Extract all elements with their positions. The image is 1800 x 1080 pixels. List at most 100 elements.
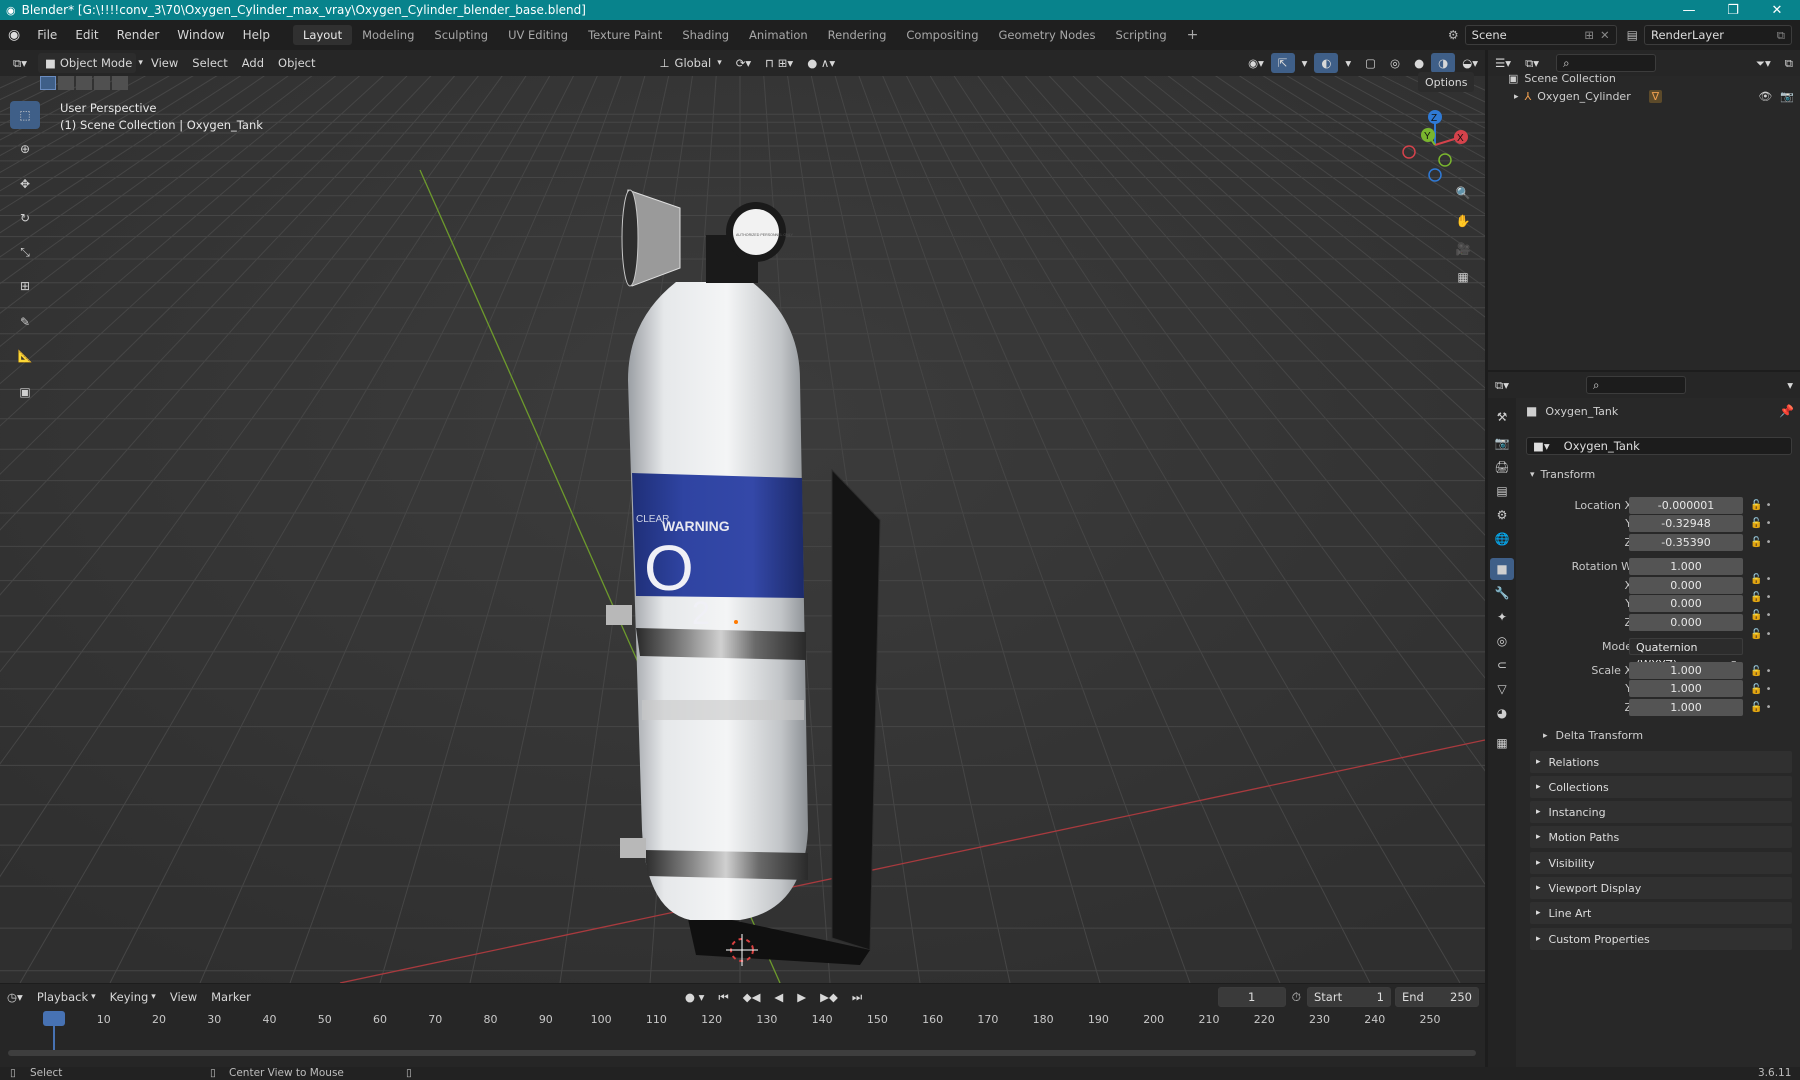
timeline-editor-icon[interactable]: ◷▾ [0,987,30,1007]
pan-hand-icon[interactable]: ✋ [1450,208,1476,234]
rotation-w-field[interactable]: 1.000 [1629,558,1743,575]
cursor-tool-icon[interactable]: ⊕ [10,135,40,163]
view-layer-icon[interactable]: ▤ [1627,28,1638,42]
menu-timeline-view[interactable]: View [163,987,204,1007]
modifier-icon[interactable]: ∇ [1648,90,1663,103]
transform-tool-icon[interactable]: ⊞ [10,272,40,300]
menu-object[interactable]: Object [271,53,322,73]
properties-options-icon[interactable]: ▾ [1780,375,1800,395]
scale-tool-icon[interactable]: ⤡ [10,238,40,266]
menu-marker[interactable]: Marker [204,987,258,1007]
outliner-search-input[interactable]: ⌕ [1556,54,1657,72]
jump-keyframe-forward-icon[interactable]: ▶◆ [813,987,845,1007]
material-shading-icon[interactable]: ◑ [1431,53,1456,73]
tab-compositing[interactable]: Compositing [896,25,988,45]
maximize-button[interactable]: ❐ [1710,0,1756,20]
eye-icon[interactable]: 👁 [1758,90,1772,103]
tab-scripting[interactable]: Scripting [1106,25,1177,45]
solid-shading-icon[interactable]: ● [1407,53,1431,73]
menu-file[interactable]: File [28,28,66,42]
rotation-x-field[interactable]: 0.000 [1629,577,1743,594]
tab-geometry-nodes[interactable]: Geometry Nodes [989,25,1106,45]
menu-help[interactable]: Help [234,28,279,42]
menu-window[interactable]: Window [168,28,233,42]
minimize-button[interactable]: — [1666,0,1712,20]
wireframe-shading-icon[interactable]: ◎ [1383,53,1407,73]
move-tool-icon[interactable]: ✥ [10,170,40,198]
snap-icon[interactable]: ⊓ ⊞▾ [758,53,800,73]
timeline-scrollbar[interactable] [8,1050,1476,1056]
select-mode-icons[interactable] [40,76,128,93]
pivot-icon[interactable]: ⟳▾ [729,53,758,73]
menu-keying[interactable]: Keying ▾ [103,987,163,1007]
delta-transform-header[interactable]: ▸ Delta Transform [1543,729,1643,742]
new-collection-icon[interactable]: ⧉ [1778,53,1800,73]
pin-icon[interactable]: 📌 [1779,404,1794,418]
close-window-button[interactable]: ✕ [1754,0,1800,20]
filter-icon[interactable]: ⏷▾ [1749,53,1778,73]
output-tab-icon[interactable]: 🖨 [1490,456,1514,478]
navigation-gizmo[interactable]: Z X Y [1395,105,1475,185]
end-frame-field[interactable]: End 250 [1395,987,1479,1007]
gizmo-toggle-icon[interactable]: ⇱ [1270,53,1295,73]
add-cube-tool-icon[interactable]: ▣ [10,378,40,406]
remove-scene-icon[interactable]: ✕ [1600,28,1610,42]
location-x-field[interactable]: -0.000001 [1629,497,1743,514]
location-z-field[interactable]: -0.35390 [1629,534,1743,551]
current-frame-field[interactable]: 1 [1217,987,1286,1007]
tab-rendering[interactable]: Rendering [818,25,897,45]
tool-tab-icon[interactable]: ⚒ [1490,406,1514,428]
new-layer-icon[interactable]: ⧉ [1777,28,1785,43]
mode-selector[interactable]: ■ Object Mode ▾ [37,53,143,73]
scene-selector[interactable]: Scene ⊞ ✕ [1464,25,1617,45]
properties-editor-icon[interactable]: ⧉▾ [1488,375,1516,395]
playhead-frame-badge[interactable] [43,1011,65,1026]
preview-range-icon[interactable]: ⏱ [1292,990,1301,1005]
outliner-scene-collection[interactable]: ▣ Scene Collection [1508,72,1616,85]
jump-keyframe-back-icon[interactable]: ◆◀ [736,987,768,1007]
render-tab-icon[interactable]: 📷 [1490,432,1514,454]
play-reverse-icon[interactable]: ◀ [767,987,790,1007]
panel-custom-properties[interactable]: ▸ Custom Properties [1530,928,1792,950]
xray-icon[interactable]: ▢ [1358,53,1383,73]
panel-line-art[interactable]: ▸ Line Art [1530,902,1792,924]
scale-x-field[interactable]: 1.000 [1629,662,1743,679]
measure-tool-icon[interactable]: 📐 [10,342,40,370]
pin-icon[interactable]: ⊞ [1584,28,1594,42]
tab-layout[interactable]: Layout [292,25,353,45]
select-box-tool-icon[interactable]: ⬚ [10,101,40,129]
menu-view[interactable]: View [144,53,185,73]
jump-end-icon[interactable]: ⏭ [845,987,869,1007]
panel-viewport-display[interactable]: ▸ Viewport Display [1530,877,1792,899]
menu-edit[interactable]: Edit [66,28,107,42]
visibility-icon[interactable]: ◉▾ [1241,53,1271,73]
jump-start-icon[interactable]: ⏮ [711,987,735,1007]
proportional-edit-icon[interactable]: ● ∧▾ [800,53,842,73]
zoom-icon[interactable]: 🔍 [1450,180,1476,206]
scale-z-field[interactable]: 1.000 [1629,699,1743,716]
display-mode-icon[interactable]: ⧉▾ [1518,53,1546,73]
rotation-z-field[interactable]: 0.000 [1629,614,1743,631]
object-name-field[interactable]: ■▾ Oxygen_Tank [1526,437,1792,455]
rendered-shading-icon[interactable]: ◒▾ [1455,53,1485,73]
rotation-y-field[interactable]: 0.000 [1629,595,1743,612]
play-icon[interactable]: ▶ [790,987,813,1007]
start-frame-field[interactable]: Start 1 [1307,987,1391,1007]
rotation-mode-dropdown[interactable]: Quaternion (WXYZ) ▾ [1629,638,1743,671]
transform-panel-header[interactable]: ▾ Transform [1530,468,1595,481]
gizmo-dropdown-icon[interactable]: ▾ [1295,53,1315,73]
expand-arrow-icon[interactable]: ▸ [1514,92,1519,102]
panel-instancing[interactable]: ▸ Instancing [1530,801,1792,823]
camera-icon[interactable]: 📷 [1780,90,1794,103]
outliner-editor-icon[interactable]: ☰▾ [1488,53,1518,73]
add-workspace-button[interactable]: + [1177,24,1209,46]
menu-select[interactable]: Select [185,53,234,73]
view-layer-selector[interactable]: RenderLayer ⧉ [1644,25,1792,45]
auto-keying-icon[interactable]: ● ▾ [678,987,711,1007]
tab-sculpting[interactable]: Sculpting [424,25,498,45]
overlay-dropdown-icon[interactable]: ▾ [1338,53,1358,73]
properties-search-input[interactable]: ⌕ [1585,376,1686,394]
editor-type-icon[interactable]: ⧉▾ [6,53,34,73]
tab-animation[interactable]: Animation [739,25,818,45]
blender-menu-icon[interactable]: ◉ [8,27,20,43]
